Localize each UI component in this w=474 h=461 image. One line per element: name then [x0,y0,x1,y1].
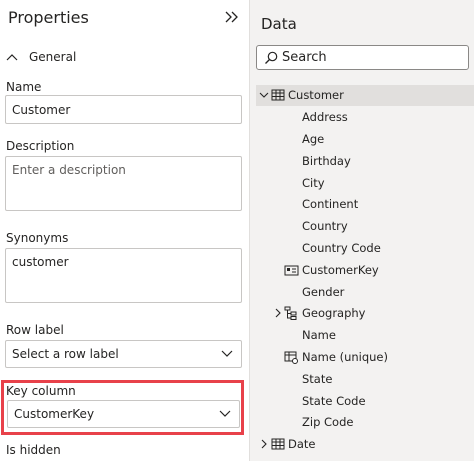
tree-item-birthday[interactable]: Birthday [256,151,474,172]
tree-item-country-code[interactable]: Country Code [256,238,474,259]
tree-item-label: Name [302,328,336,342]
general-section-header[interactable]: General [0,44,249,70]
name-label: Name [6,80,42,94]
tree-item-name-unique[interactable]: Name (unique) [256,347,474,368]
synonyms-label: Synonyms [6,231,69,245]
tree-item-age[interactable]: Age [256,129,474,150]
properties-pane: Properties General Name Customer Descrip… [0,0,249,461]
tree-item-label: Continent [302,197,359,211]
tree-item-state[interactable]: State [256,369,474,390]
description-field[interactable]: Enter a description [5,156,242,211]
search-input[interactable]: Search [256,45,469,70]
chevron-down-icon [221,350,233,357]
synonyms-value: customer [12,255,69,269]
table-icon [271,438,285,450]
tree-item-gender[interactable]: Gender [256,282,474,303]
row-label-label: Row label [6,323,64,337]
tree-item-zip-code[interactable]: Zip Code [256,412,474,433]
tree-item-date[interactable]: Date [256,434,474,455]
tree-item-geography[interactable]: Geography [256,303,474,324]
tree-item-city[interactable]: City [256,173,474,194]
hierarchy-icon [284,306,297,320]
key-column-dropdown[interactable]: CustomerKey [7,400,240,428]
tree-item-customerkey[interactable]: CustomerKey [256,260,474,281]
tree-item-name[interactable]: Name [256,325,474,346]
tree-item-label: Customer [288,88,344,102]
general-section-label: General [29,50,77,64]
tree-item-label: Gender [302,285,345,299]
row-label-dropdown[interactable]: Select a row label [5,340,242,368]
tree-item-label: City [302,176,325,190]
chevron-up-icon [6,54,18,61]
tree-item-label: Geography [302,306,366,320]
tree-item-label: Address [302,110,348,124]
chevron-down-icon [259,92,269,98]
row-label-value: Select a row label [12,347,119,361]
tree-item-label: State [302,372,333,386]
table-icon [271,89,285,101]
tree-item-label: Age [302,132,325,146]
synonyms-field[interactable]: customer [5,248,242,303]
tree-item-continent[interactable]: Continent [256,194,474,215]
tree-item-label: Name (unique) [302,350,388,364]
tree-item-state-code[interactable]: State Code [256,391,474,412]
tree-item-label: Country [302,219,348,233]
id-card-icon [284,265,299,276]
name-field-value: Customer [12,103,71,117]
tree-item-label: Zip Code [302,415,354,429]
chevron-right-icon [261,439,267,449]
unique-table-icon [284,351,298,364]
tree-item-label: Birthday [302,154,351,168]
chevron-down-icon [219,410,231,417]
data-pane: Data Search Customer Address Age Birthda… [250,0,474,461]
is-hidden-label: Is hidden [6,443,61,457]
collapse-pane-icon[interactable] [224,9,240,25]
description-label: Description [6,139,75,153]
name-field[interactable]: Customer [5,95,242,124]
key-column-label: Key column [6,384,76,398]
tree-item-label: CustomerKey [302,263,379,277]
tree-item-label: Date [288,437,316,451]
key-column-value: CustomerKey [14,407,95,421]
tree-item-label: Country Code [302,241,381,255]
properties-header: Properties [0,0,249,38]
tree-item-country[interactable]: Country [256,216,474,237]
tree-item-label: State Code [302,394,366,408]
description-placeholder: Enter a description [12,163,126,177]
tree-item-address[interactable]: Address [256,107,474,128]
chevron-right-icon [275,308,281,318]
search-placeholder: Search [282,50,327,65]
properties-title: Properties [8,8,89,27]
search-icon [265,51,278,64]
tree-item-customer[interactable]: Customer [256,85,474,106]
data-pane-title: Data [261,15,297,33]
